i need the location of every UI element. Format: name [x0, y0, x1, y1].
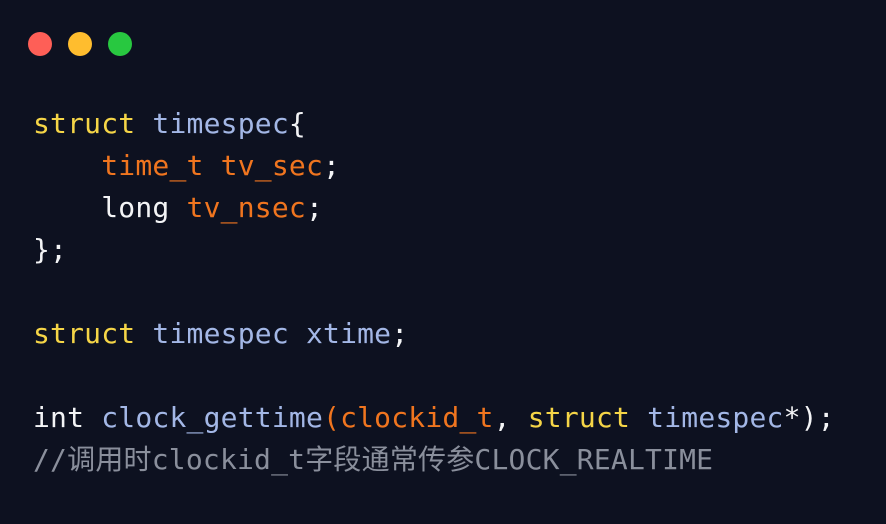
field-token: tv_sec [220, 149, 324, 182]
keyword-token: struct [527, 401, 631, 434]
comment-token: //调用时clockid_t字段通常传参CLOCK_REALTIME [33, 443, 714, 476]
type-token: timespec [152, 107, 289, 140]
code-window: struct timespec{ time_t tv_sec; long tv_… [0, 0, 886, 524]
punctuation-token: }; [33, 233, 68, 266]
close-button[interactable] [28, 32, 52, 56]
variable-token: xtime [305, 317, 392, 350]
code-line-8: int clock_gettime(clockid_t, struct time… [33, 397, 835, 439]
type-token: timespec [647, 401, 784, 434]
punctuation-token: ( [323, 401, 341, 434]
minimize-button[interactable] [68, 32, 92, 56]
punctuation-token: ; [305, 191, 323, 224]
code-line-1: struct timespec{ [33, 103, 835, 145]
type-token: long [101, 191, 170, 224]
function-token: clock_gettime [101, 401, 323, 434]
type-token: time_t [101, 149, 204, 182]
field-token: tv_nsec [186, 191, 306, 224]
code-line-2: time_t tv_sec; [33, 145, 835, 187]
type-token: int [33, 401, 85, 434]
punctuation-token: ; [391, 317, 409, 350]
code-line-6: struct timespec xtime; [33, 313, 835, 355]
window-controls [28, 32, 132, 56]
punctuation-token: *); [783, 401, 835, 434]
type-token: timespec [152, 317, 289, 350]
punctuation-token: , [493, 401, 528, 434]
keyword-token: struct [33, 107, 136, 140]
code-line-3: long tv_nsec; [33, 187, 835, 229]
punctuation-token: { [288, 107, 306, 140]
maximize-button[interactable] [108, 32, 132, 56]
code-block: struct timespec{ time_t tv_sec; long tv_… [33, 103, 835, 481]
code-line-4: }; [33, 229, 835, 271]
code-line-9: //调用时clockid_t字段通常传参CLOCK_REALTIME [33, 439, 835, 481]
keyword-token: struct [33, 317, 136, 350]
punctuation-token: ; [323, 149, 341, 182]
type-token: clockid_t [340, 401, 494, 434]
